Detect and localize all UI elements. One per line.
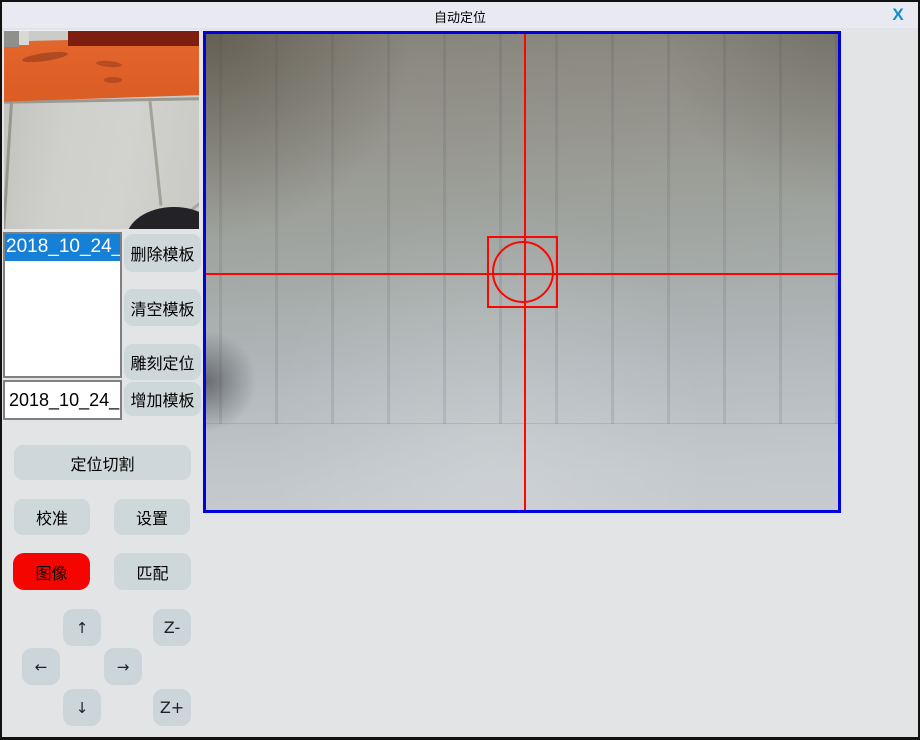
jog-left-button[interactable]: ←: [22, 648, 60, 685]
jog-right-button[interactable]: →: [104, 648, 142, 685]
thumb-darkred-beam: [68, 31, 199, 46]
engrave-position-button[interactable]: 雕刻定位: [124, 344, 201, 380]
image-button-active[interactable]: 图像: [13, 553, 90, 590]
close-icon[interactable]: X: [886, 4, 910, 26]
template-list[interactable]: 2018_10_24_11: [3, 232, 122, 378]
target-circle-overlay: [492, 241, 554, 303]
delete-template-button[interactable]: 删除模板: [124, 234, 201, 272]
jog-z-plus-button[interactable]: Z+: [153, 689, 191, 726]
camera-view: [203, 31, 841, 513]
jog-down-button[interactable]: ↓: [63, 689, 101, 726]
template-list-item[interactable]: 2018_10_24_11: [5, 234, 120, 261]
settings-button[interactable]: 设置: [114, 499, 190, 535]
thumb-smudge: [104, 77, 122, 83]
jog-z-minus-button[interactable]: Z-: [153, 609, 191, 646]
title-bar: 自动定位 X: [2, 2, 918, 29]
position-cut-button[interactable]: 定位切割: [14, 445, 191, 480]
add-template-button[interactable]: 增加模板: [124, 382, 201, 416]
clear-templates-button[interactable]: 清空模板: [124, 289, 201, 326]
thumb-white-patch: [19, 31, 29, 45]
template-name-input[interactable]: [3, 380, 122, 420]
calibrate-button[interactable]: 校准: [14, 499, 90, 535]
template-preview-image: [4, 30, 199, 229]
camera-ceiling-stripes: [206, 34, 838, 424]
thumb-gray-patch: [4, 31, 19, 47]
match-button[interactable]: 匹配: [114, 553, 191, 590]
auto-position-dialog: 自动定位 X 2018_10_24_11 删除模板 清空模板 雕刻定位 增加模板…: [0, 0, 920, 740]
jog-up-button[interactable]: ↑: [63, 609, 101, 646]
dialog-title: 自动定位: [2, 7, 918, 26]
